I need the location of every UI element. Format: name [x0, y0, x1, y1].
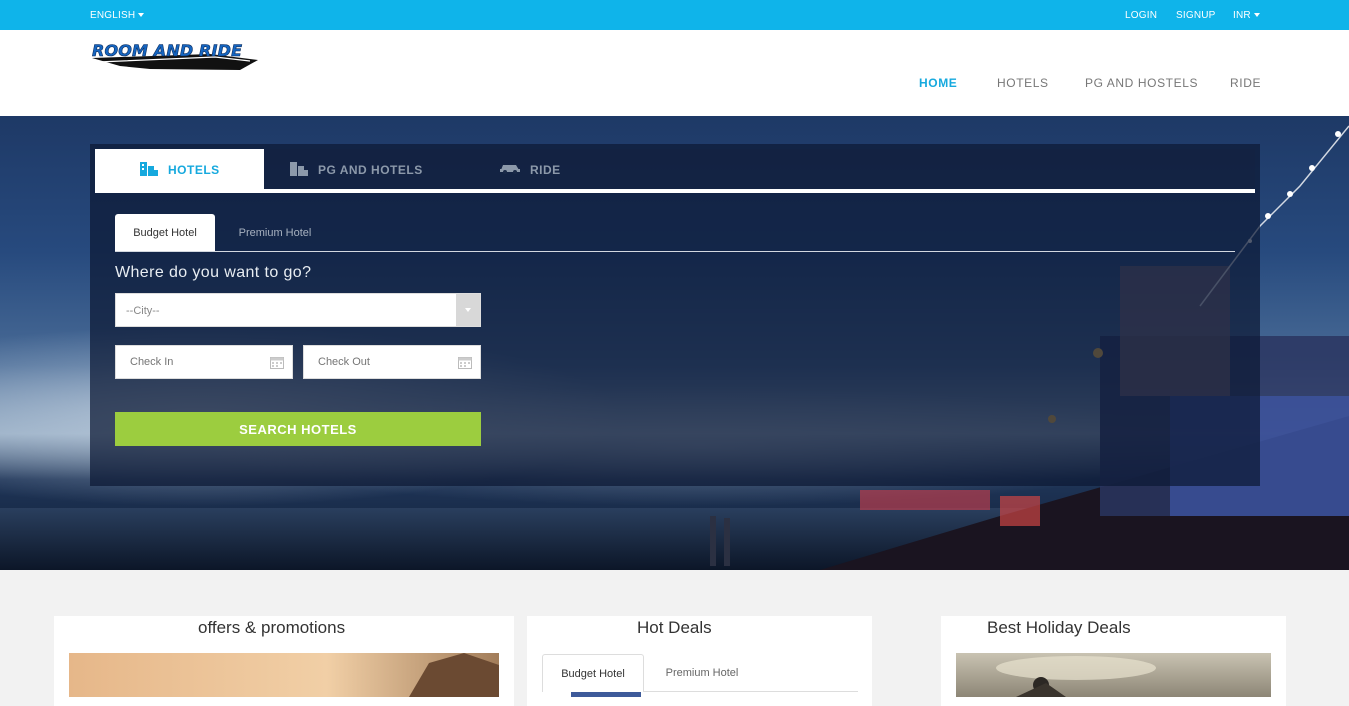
tab-pg-and-hotels[interactable]: PG AND HOTELS: [289, 149, 459, 190]
login-link[interactable]: LOGIN: [1125, 10, 1157, 21]
hot-deals-tab-divider: [644, 691, 858, 692]
offers-image[interactable]: [69, 653, 499, 697]
check-in-field[interactable]: [115, 345, 293, 379]
check-out-field[interactable]: [303, 345, 481, 379]
nav-home[interactable]: HOME: [919, 76, 957, 90]
hot-deals-tab-budget[interactable]: Budget Hotel: [542, 654, 644, 692]
offers-title: offers & promotions: [198, 618, 346, 637]
nav-ride[interactable]: RIDE: [1230, 76, 1261, 90]
logo-graphic: ROOM AND RIDE: [92, 41, 258, 70]
site-logo[interactable]: ROOM AND RIDE: [90, 40, 262, 74]
tab-hotels[interactable]: HOTELS: [95, 149, 264, 190]
tab-underline: [95, 189, 1255, 193]
hot-deals-thumbnail[interactable]: [571, 692, 641, 697]
hot-deals-tab-premium[interactable]: Premium Hotel: [651, 654, 753, 692]
nav-hotels[interactable]: HOTELS: [997, 76, 1049, 90]
subtab-budget-hotel[interactable]: Budget Hotel: [115, 214, 215, 252]
holiday-deals-title: Best Holiday Deals: [987, 618, 1131, 637]
select-arrow-box: [456, 294, 480, 326]
tab-ride-label: RIDE: [530, 162, 561, 177]
car-icon: [499, 162, 521, 177]
city-select-value: --City--: [126, 305, 160, 317]
svg-text:ROOM AND RIDE: ROOM AND RIDE: [92, 41, 242, 60]
holiday-deals-image[interactable]: [956, 653, 1271, 697]
search-hotels-button[interactable]: SEARCH HOTELS: [115, 412, 481, 446]
check-in-input[interactable]: [116, 346, 292, 378]
destination-question: Where do you want to go?: [115, 264, 312, 281]
currency-label: INR: [1233, 10, 1251, 21]
nav-pg-and-hostels[interactable]: PG AND HOSTELS: [1085, 76, 1198, 90]
subtab-premium-hotel[interactable]: Premium Hotel: [225, 214, 325, 252]
hotel-building-icon: [139, 160, 159, 179]
signup-link[interactable]: SIGNUP: [1176, 10, 1216, 21]
tab-ride[interactable]: RIDE: [499, 149, 619, 190]
tab-pg-label: PG AND HOTELS: [318, 162, 423, 177]
subtab-divider: [115, 251, 1235, 252]
city-select[interactable]: --City--: [115, 293, 481, 327]
building-icon: [289, 160, 309, 179]
tab-hotels-label: HOTELS: [168, 162, 220, 177]
calendar-icon: [270, 355, 284, 374]
hot-deals-title: Hot Deals: [637, 618, 712, 637]
search-tab-bar: [95, 149, 1255, 190]
chevron-down-icon: [1253, 13, 1260, 18]
language-label: ENGLISH: [90, 10, 136, 21]
language-dropdown[interactable]: ENGLISH: [90, 10, 145, 21]
chevron-down-icon: [138, 13, 145, 18]
top-bar: ENGLISH LOGIN SIGNUP INR: [0, 0, 1349, 30]
currency-dropdown[interactable]: INR: [1233, 10, 1260, 21]
check-out-input[interactable]: [304, 346, 480, 378]
chevron-down-icon: [465, 308, 471, 312]
calendar-icon: [458, 355, 472, 374]
